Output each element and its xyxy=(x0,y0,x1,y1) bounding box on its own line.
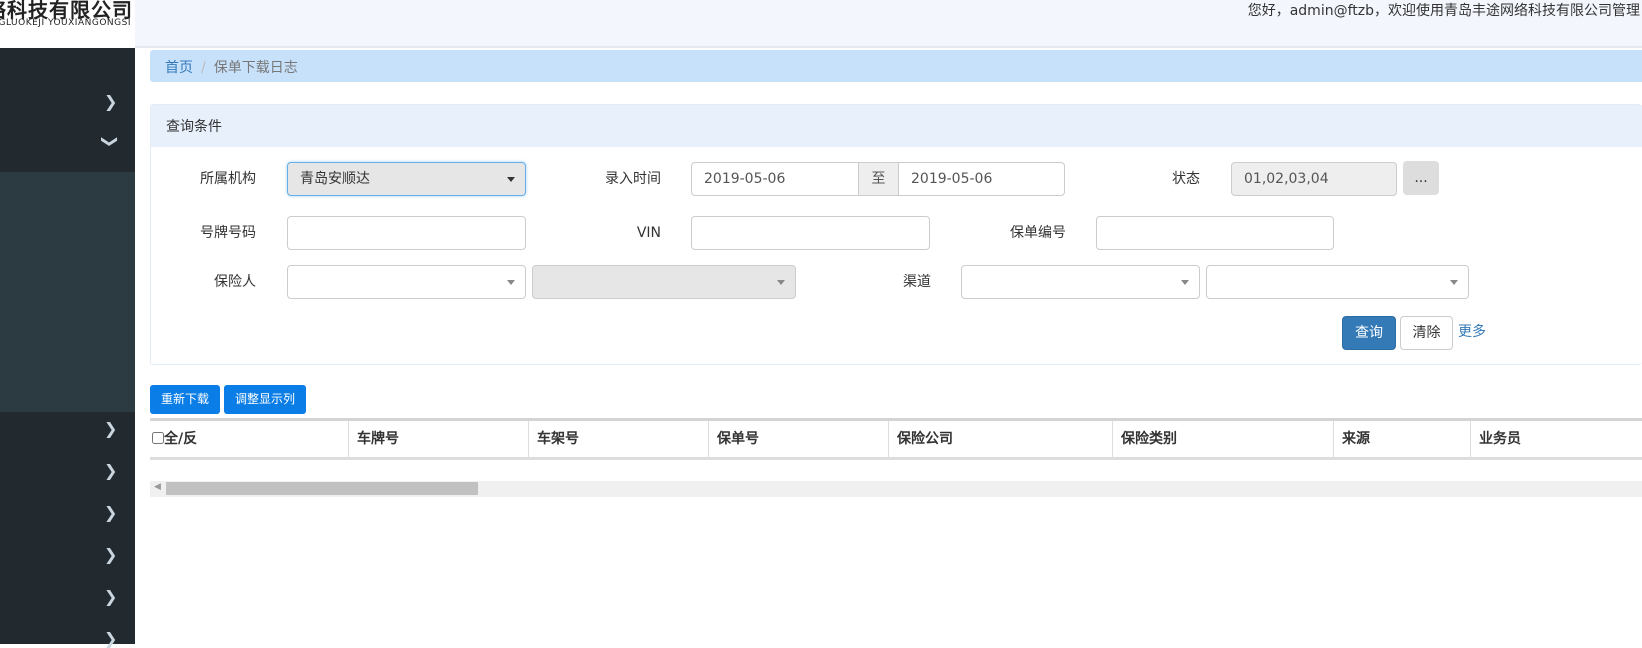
insurer-sub-select xyxy=(532,265,796,299)
panel-title: 查询条件 xyxy=(151,105,1642,147)
vin-input[interactable] xyxy=(691,216,930,250)
breadcrumb-separator: / xyxy=(201,60,206,76)
vin-label: VIN xyxy=(636,225,661,241)
policy-label: 保单编号 xyxy=(1010,225,1066,241)
caret-down-icon xyxy=(1450,280,1458,285)
chevron-right-icon[interactable]: ❯ xyxy=(104,419,117,438)
caret-down-icon xyxy=(1181,280,1189,285)
status-input[interactable]: 01,02,03,04 xyxy=(1231,162,1397,196)
chevron-down-icon[interactable]: ❯ xyxy=(101,135,120,148)
column-header-policy[interactable]: 保单号 xyxy=(709,421,889,457)
column-header-plate[interactable]: 车牌号 xyxy=(349,421,529,457)
sidebar: ❯ ❯ ❯ ❯ ❯ ❯ ❯ ❯ xyxy=(0,48,135,648)
status-label: 状态 xyxy=(1172,171,1200,187)
breadcrumb: 首页 / 保单下载日志 xyxy=(150,50,1642,82)
scroll-left-icon[interactable]: ◀ xyxy=(154,482,161,492)
policy-input[interactable] xyxy=(1096,216,1334,250)
breadcrumb-home[interactable]: 首页 xyxy=(165,60,193,76)
welcome-text: 您好，admin@ftzb，欢迎使用青岛丰途网络科技有限公司管理 xyxy=(1247,3,1640,19)
more-link[interactable]: 更多 xyxy=(1458,316,1486,348)
plate-input[interactable] xyxy=(287,216,526,250)
adjust-columns-button[interactable]: 调整显示列 xyxy=(224,385,306,414)
date-from-input[interactable]: 2019-05-06 xyxy=(691,162,859,196)
insurer-label: 保险人 xyxy=(214,274,256,290)
sidebar-submenu xyxy=(0,172,135,412)
column-header-category[interactable]: 保险类别 xyxy=(1113,421,1334,457)
insurer-select[interactable] xyxy=(287,265,526,299)
caret-down-icon xyxy=(507,280,515,285)
channel-select[interactable] xyxy=(961,265,1200,299)
select-all-checkbox[interactable] xyxy=(152,432,164,444)
data-table: 全/反 车牌号 车架号 保单号 保险公司 保险类别 来源 业务员 xyxy=(150,418,1642,460)
select-all-label: 全/反 xyxy=(164,431,198,447)
chevron-right-icon[interactable]: ❯ xyxy=(104,461,117,480)
chevron-right-icon[interactable]: ❯ xyxy=(104,545,117,564)
query-panel: 查询条件 所属机构 青岛安顺达 录入时间 2019-05-06 至 2019-0… xyxy=(150,104,1642,365)
column-header-insurer[interactable]: 保险公司 xyxy=(889,421,1113,457)
chevron-right-icon[interactable]: ❯ xyxy=(104,92,117,111)
date-separator: 至 xyxy=(858,162,899,196)
caret-down-icon xyxy=(777,280,785,285)
channel-sub-select[interactable] xyxy=(1206,265,1469,299)
date-to-input[interactable]: 2019-05-06 xyxy=(898,162,1065,196)
logo: 络科技有限公司 GLUOKEJI YOUXIANGONGSI xyxy=(0,0,135,48)
channel-label: 渠道 xyxy=(903,274,931,290)
search-button[interactable]: 查询 xyxy=(1342,316,1396,350)
chevron-right-icon[interactable]: ❯ xyxy=(104,629,117,648)
breadcrumb-current: 保单下载日志 xyxy=(213,60,298,76)
top-bar: 您好，admin@ftzb，欢迎使用青岛丰途网络科技有限公司管理 xyxy=(135,0,1642,48)
horizontal-scrollbar[interactable]: ◀ xyxy=(150,481,1642,497)
plate-label: 号牌号码 xyxy=(200,225,256,241)
column-header-select-all[interactable]: 全/反 xyxy=(150,421,349,457)
org-label: 所属机构 xyxy=(200,171,256,187)
org-select-value: 青岛安顺达 xyxy=(300,171,370,187)
status-picker-button[interactable]: ... xyxy=(1403,161,1439,195)
column-header-vin[interactable]: 车架号 xyxy=(529,421,709,457)
chevron-right-icon[interactable]: ❯ xyxy=(104,587,117,606)
logo-subtext: GLUOKEJI YOUXIANGONGSI xyxy=(0,18,131,28)
chevron-right-icon[interactable]: ❯ xyxy=(104,503,117,522)
time-label: 录入时间 xyxy=(605,171,661,187)
caret-down-icon xyxy=(507,177,515,182)
column-header-source[interactable]: 来源 xyxy=(1334,421,1471,457)
clear-button[interactable]: 清除 xyxy=(1400,316,1453,350)
scrollbar-thumb[interactable] xyxy=(166,482,478,495)
org-select[interactable]: 青岛安顺达 xyxy=(287,162,526,196)
redownload-button[interactable]: 重新下载 xyxy=(150,385,220,414)
column-header-salesperson[interactable]: 业务员 xyxy=(1471,421,1642,457)
